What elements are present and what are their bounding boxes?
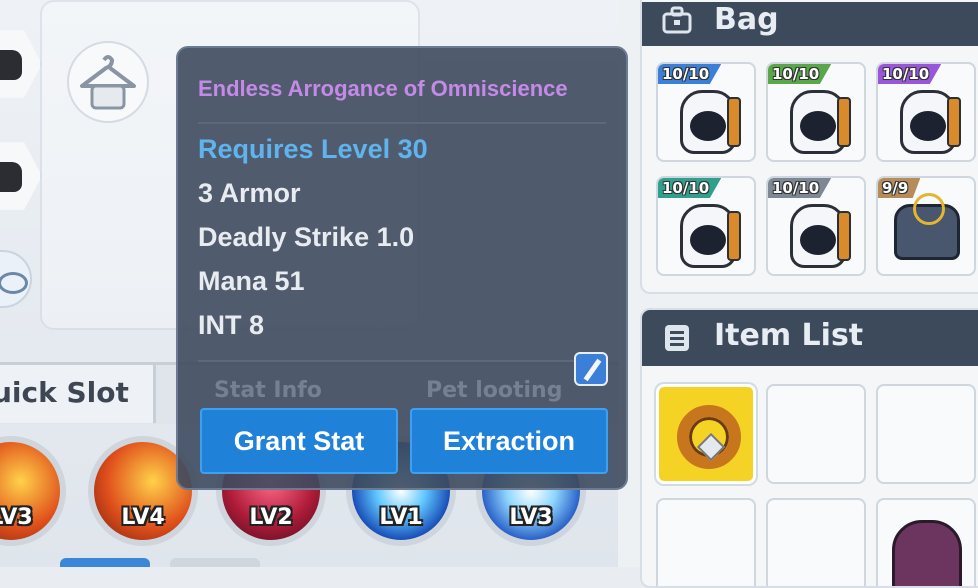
backpack-icon [790, 90, 851, 154]
backpack-icon [900, 90, 961, 154]
bag-panel: Bag 10/10 10/10 10/10 10/10 10/10 9/9 [640, 0, 978, 294]
backpack-icon [790, 204, 851, 268]
level-requirement: Requires Level 30 [198, 134, 428, 164]
divider [198, 360, 606, 362]
divider [198, 122, 606, 124]
backpack-icon [680, 204, 741, 268]
stat-line: Mana 51 [198, 266, 305, 296]
slot-count: 10/10 [768, 178, 832, 198]
stat-line: 3 Armor [198, 178, 301, 208]
item-name: Endless Arrogance of Omniscience [198, 76, 568, 101]
bag-slot-2[interactable]: 10/10 [766, 62, 866, 162]
wardrobe-hanger-icon[interactable] [66, 40, 150, 124]
skill-level: LV4 [121, 505, 165, 530]
skill-level: LV1 [379, 505, 423, 530]
item-list-panel: Item List [640, 308, 978, 588]
item-slot-3[interactable] [876, 384, 976, 484]
bag-slot-5[interactable]: 10/10 [766, 176, 866, 276]
backpack-icon [680, 90, 741, 154]
item-list-title: Item List [714, 318, 864, 353]
bag-title: Bag [714, 2, 779, 37]
view-toggle-eye-icon[interactable] [0, 250, 32, 308]
ring-item-icon [677, 405, 741, 469]
skill-level: LV3 [0, 505, 33, 530]
item-slot-6[interactable] [876, 498, 976, 586]
bottom-tab[interactable] [170, 558, 260, 567]
slot-count: 10/10 [658, 178, 722, 198]
inventory-panel: Bag 10/10 10/10 10/10 10/10 10/10 9/9 It… [618, 0, 978, 588]
slot-count: 10/10 [878, 64, 942, 84]
skill-slot-1[interactable]: LV3 [0, 436, 66, 546]
social-button[interactable] [0, 142, 42, 210]
facebook-icon [0, 162, 22, 192]
helmet-icon [894, 193, 960, 260]
tip-tab-stat-info: Stat Info [214, 378, 322, 403]
penguin-pet-icon [892, 520, 962, 586]
item-slot-4[interactable] [656, 498, 756, 586]
item-tooltip: Endless Arrogance of Omniscience Require… [176, 46, 628, 490]
grant-stat-button[interactable]: Grant Stat [200, 408, 398, 474]
bag-slot-6[interactable]: 9/9 [876, 176, 976, 276]
wand-icon[interactable] [574, 352, 608, 386]
bag-slot-3[interactable]: 10/10 [876, 62, 976, 162]
bag-slot-4[interactable]: 10/10 [656, 176, 756, 276]
item-slot-5[interactable] [766, 498, 866, 586]
slot-count: 10/10 [658, 64, 722, 84]
list-icon [665, 325, 689, 351]
character-icon [0, 50, 22, 80]
item-list-header: Item List [642, 310, 978, 366]
skill-level: LV2 [249, 505, 293, 530]
bag-header: Bag [642, 2, 978, 46]
bag-icon [662, 6, 692, 34]
slot-count: 10/10 [768, 64, 832, 84]
bottom-tab[interactable] [60, 558, 150, 567]
tip-tab-pet-looting: Pet looting [426, 378, 563, 403]
slot-count: 9/9 [878, 178, 921, 198]
stat-line: Deadly Strike 1.0 [198, 222, 415, 252]
stat-line: INT 8 [198, 310, 265, 340]
skill-level: LV3 [509, 505, 553, 530]
extraction-button[interactable]: Extraction [410, 408, 608, 474]
item-slot-1[interactable] [656, 384, 756, 484]
character-button[interactable] [0, 30, 42, 98]
quick-slot-label: uick Slot [0, 376, 129, 409]
bag-slot-1[interactable]: 10/10 [656, 62, 756, 162]
item-slot-2[interactable] [766, 384, 866, 484]
